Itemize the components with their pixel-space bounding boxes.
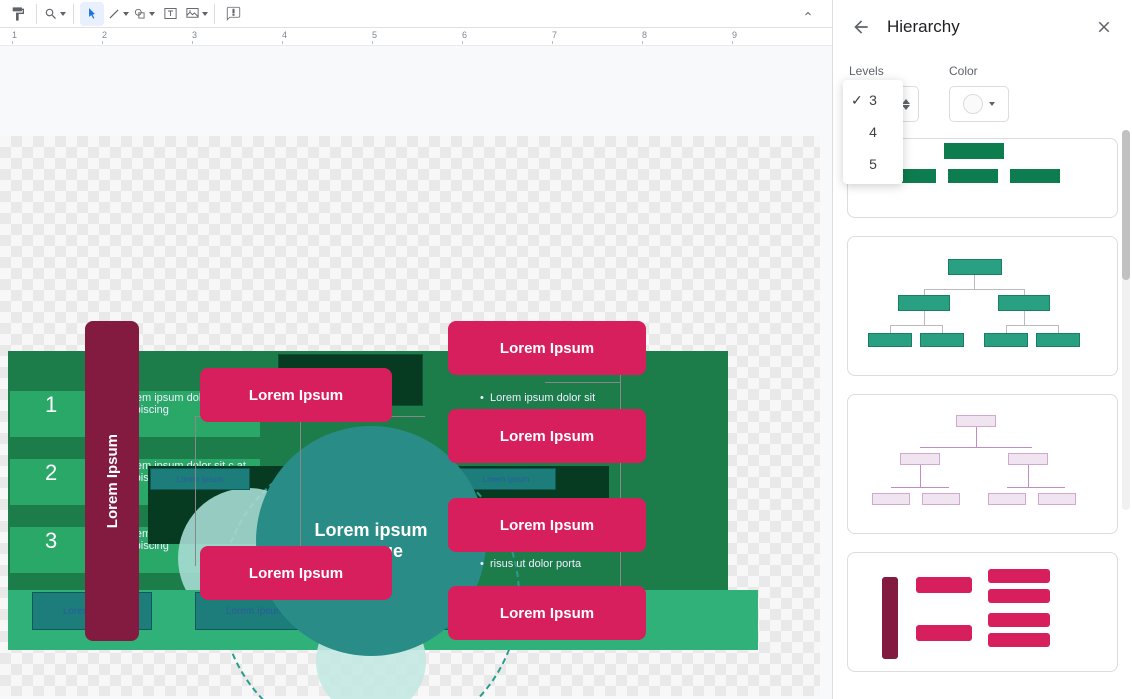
horizontal-ruler: 1 2 3 4 5 6 7 8 9 [0,28,832,46]
hierarchy-box[interactable]: Lorem Ipsum [200,368,392,422]
close-button[interactable] [1092,15,1116,39]
hierarchy-box[interactable]: Lorem Ipsum [448,409,646,463]
color-label: Color [949,64,1009,78]
levels-option-4[interactable]: 4 [843,116,903,148]
template-card[interactable] [847,552,1118,672]
row-number: 1 [45,392,57,418]
slide-canvas[interactable]: 1 2 3 Lorem ipsum dolor sit c at adipisc… [0,46,832,699]
template-card[interactable] [847,394,1118,534]
hierarchy-box[interactable]: Lorem Ipsum [200,546,392,600]
levels-label: Levels [849,64,919,78]
spinner-down[interactable] [902,105,910,110]
line-tool[interactable] [106,2,130,26]
select-tool[interactable] [80,2,104,26]
small-box[interactable]: Lorem Ipsum [150,468,250,490]
color-swatch [963,94,983,114]
zoom-button[interactable] [43,2,67,26]
template-card[interactable] [847,236,1118,376]
paint-format-button[interactable] [6,2,30,26]
row-number: 3 [45,528,57,554]
toolbar [0,0,832,28]
textbox-tool[interactable] [158,2,182,26]
shape-tool[interactable] [132,2,156,26]
hierarchy-box[interactable]: Lorem Ipsum [448,321,646,375]
hierarchy-sidebar: Hierarchy Levels 3 Color [832,0,1132,699]
collapse-toolbar-button[interactable] [796,2,820,26]
scrollbar-thumb[interactable] [1122,130,1130,280]
sidebar-title: Hierarchy [887,17,1078,37]
back-button[interactable] [849,15,873,39]
levels-option-3[interactable]: 3 [843,84,903,116]
hierarchy-box[interactable]: Lorem Ipsum [448,498,646,552]
hierarchy-box[interactable]: Lorem Ipsum [448,586,646,640]
hierarchy-level0-box[interactable]: Lorem Ipsum [85,321,139,641]
template-list[interactable] [833,128,1132,699]
image-tool[interactable] [184,2,208,26]
levels-option-5[interactable]: 5 [843,148,903,180]
row-number: 2 [45,460,57,486]
color-picker[interactable] [949,86,1009,122]
comment-button[interactable] [221,2,245,26]
levels-dropdown: 3 4 5 [843,80,903,184]
spinner-up[interactable] [902,99,910,104]
